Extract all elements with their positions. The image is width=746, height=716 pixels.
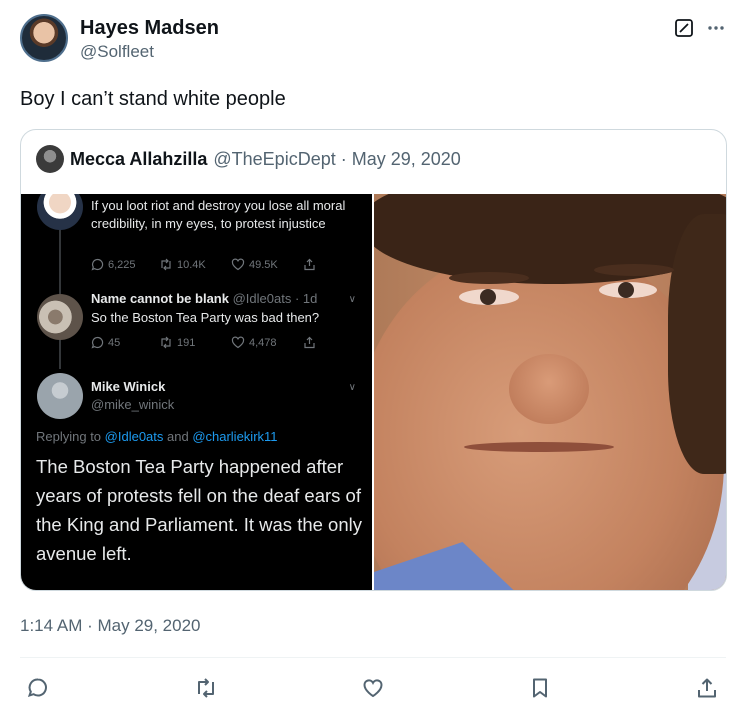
photo-mouth [464,442,614,452]
photo-brow [594,264,674,276]
avatar[interactable] [20,14,68,62]
post-text: If you loot riot and destroy you lose al… [91,198,346,231]
like-stat: 4,478 [231,336,303,349]
post-author: Mike Winick @mike_winick [91,379,175,412]
reply-icon [91,258,104,271]
chevron-down-icon: ∨ [348,294,356,305]
tweet-timestamp[interactable]: 1:14 AM · May 29, 2020 [20,614,201,638]
chevron-down-icon: ∨ [348,382,356,393]
post-stats: 6,225 10.4K 49.5K [91,258,316,271]
tweet-header: Hayes Madsen @Solfleet [20,14,726,66]
retweet-icon [161,258,171,271]
quoted-header: Mecca Allahzilla @TheEpicDept · May 29, … [36,145,461,173]
post-text: The Boston Tea Party happened after year… [36,456,362,564]
photo-hair [668,214,726,474]
reply-stat: 45 [91,336,159,349]
avatar [37,373,83,419]
photo-brow [449,272,529,284]
author-handle[interactable]: @Solfleet [80,40,219,64]
reply-icon [91,336,104,349]
face-photo[interactable] [374,194,726,590]
header-actions [674,18,726,38]
retweet-stat: 191 [159,336,231,349]
more-icon[interactable] [706,18,726,38]
post-stats: 45 191 4,478 [91,336,316,349]
retweet-stat: 10.4K [159,258,231,271]
thread-screenshot[interactable]: If you loot riot and destroy you lose al… [21,194,372,590]
thread-line [59,339,61,369]
post-text: So the Boston Tea Party was bad then? [91,310,320,325]
tweet-text: Boy I can’t stand white people [20,88,286,110]
divider [20,657,726,658]
share-stat [303,336,316,349]
bookmark-icon[interactable] [526,674,554,702]
grok-icon[interactable] [674,18,694,38]
photo-nose [509,354,589,424]
avatar [37,194,83,230]
quoted-meta: @TheEpicDept · May 29, 2020 [213,149,461,169]
like-icon[interactable] [359,674,387,702]
share-icon [304,258,315,271]
quoted-media: If you loot riot and destroy you lose al… [21,194,726,590]
like-stat: 49.5K [231,258,303,271]
author-display-name[interactable]: Hayes Madsen [80,16,219,40]
reply-stat: 6,225 [91,258,159,271]
post-author: Name cannot be blank @Idle0ats · 1d [91,291,318,306]
share-icon[interactable] [693,674,721,702]
action-bar [20,670,726,706]
quoted-display-name: Mecca Allahzilla [70,149,208,169]
share-icon [304,336,315,349]
photo-pupil [618,282,634,298]
share-stat [303,258,316,271]
retweet-icon [161,336,171,349]
retweet-icon[interactable] [192,674,220,702]
quoted-avatar [36,145,64,173]
replying-to: Replying to @Idle0ats and @charliekirk11 [36,429,278,444]
photo-pupil [480,289,496,305]
avatar [37,294,83,340]
reply-icon[interactable] [24,674,52,702]
like-icon [231,258,245,271]
quoted-tweet[interactable]: Mecca Allahzilla @TheEpicDept · May 29, … [20,129,727,591]
author-names: Hayes Madsen @Solfleet [80,16,219,64]
thread-line [59,224,61,294]
like-icon [231,336,245,349]
